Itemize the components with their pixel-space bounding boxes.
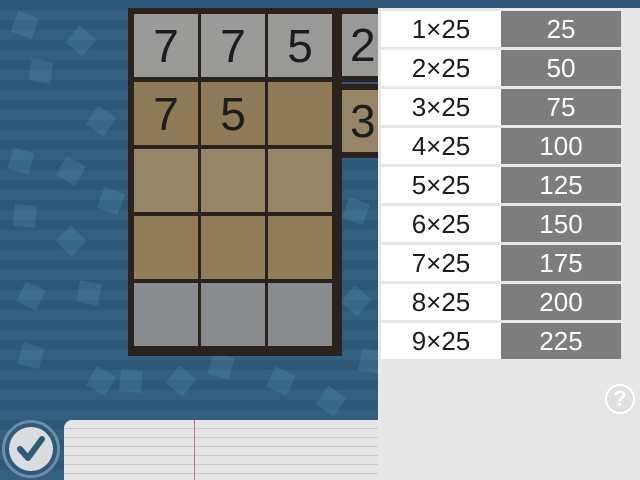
board-cell[interactable] [201, 149, 265, 212]
board-cell[interactable]: 5 [268, 14, 332, 77]
multiplication-result: 225 [501, 323, 621, 359]
multiplication-result: 175 [501, 245, 621, 281]
multiplication-result: 100 [501, 128, 621, 164]
multiplication-result: 200 [501, 284, 621, 320]
cell-value: 7 [153, 87, 179, 140]
board-cell[interactable] [268, 216, 332, 279]
board-cell[interactable]: 5 [201, 82, 265, 145]
board-cell[interactable] [134, 149, 198, 212]
submit-check-button[interactable] [2, 420, 60, 478]
multiplication-expression: 2×25 [381, 50, 501, 86]
cell-value: 5 [220, 87, 246, 140]
board-cell[interactable] [268, 283, 332, 346]
side-tile-top-value: 2 [350, 19, 376, 71]
cell-value: 7 [220, 19, 246, 72]
board-cell[interactable] [201, 283, 265, 346]
side-tile-bottom-value: 3 [350, 95, 376, 147]
multiplication-expression: 9×25 [381, 323, 501, 359]
check-icon [17, 436, 45, 461]
board-cell[interactable]: 7 [201, 14, 265, 77]
notepad-margin-line [194, 420, 195, 480]
multiplication-expression: 1×25 [381, 11, 501, 47]
multiplication-result: 50 [501, 50, 621, 86]
multiplication-expression: 4×25 [381, 128, 501, 164]
board-cell[interactable]: 7 [134, 14, 198, 77]
multiplication-row[interactable]: 6×25 150 [381, 206, 621, 242]
multiplication-expression: 7×25 [381, 245, 501, 281]
multiplication-row[interactable]: 5×25 125 [381, 167, 621, 203]
board-cell[interactable] [134, 283, 198, 346]
multiplication-row[interactable]: 8×25 200 [381, 284, 621, 320]
board-cell[interactable] [201, 216, 265, 279]
multiplication-row[interactable]: 2×25 50 [381, 50, 621, 86]
check-button-face [9, 427, 53, 471]
scratch-notepad[interactable] [64, 420, 378, 480]
multiplication-row[interactable]: 7×25 175 [381, 245, 621, 281]
multiplication-result: 125 [501, 167, 621, 203]
multiplication-row[interactable]: 1×25 25 [381, 11, 621, 47]
multiplication-expression: 5×25 [381, 167, 501, 203]
multiplication-row[interactable]: 3×25 75 [381, 89, 621, 125]
multiplication-expression: 8×25 [381, 284, 501, 320]
board-cell[interactable] [268, 149, 332, 212]
board-cell[interactable]: 7 [134, 82, 198, 145]
board-cell[interactable] [134, 216, 198, 279]
puzzle-board: 7 7 5 7 5 [128, 8, 342, 356]
board-cell[interactable] [268, 82, 332, 145]
multiplication-result: 25 [501, 11, 621, 47]
multiplication-expression: 3×25 [381, 89, 501, 125]
multiplication-result: 150 [501, 206, 621, 242]
multiplication-expression: 6×25 [381, 206, 501, 242]
cell-value: 7 [153, 19, 179, 72]
multiplication-result: 75 [501, 89, 621, 125]
cell-value: 5 [287, 19, 313, 72]
multiplication-table-panel: 1×25 25 2×25 50 3×25 75 4×25 100 5×25 12… [378, 8, 640, 480]
help-button[interactable]: ? [605, 384, 635, 414]
multiplication-row[interactable]: 4×25 100 [381, 128, 621, 164]
multiplication-row[interactable]: 9×25 225 [381, 323, 621, 359]
help-icon: ? [613, 386, 627, 411]
